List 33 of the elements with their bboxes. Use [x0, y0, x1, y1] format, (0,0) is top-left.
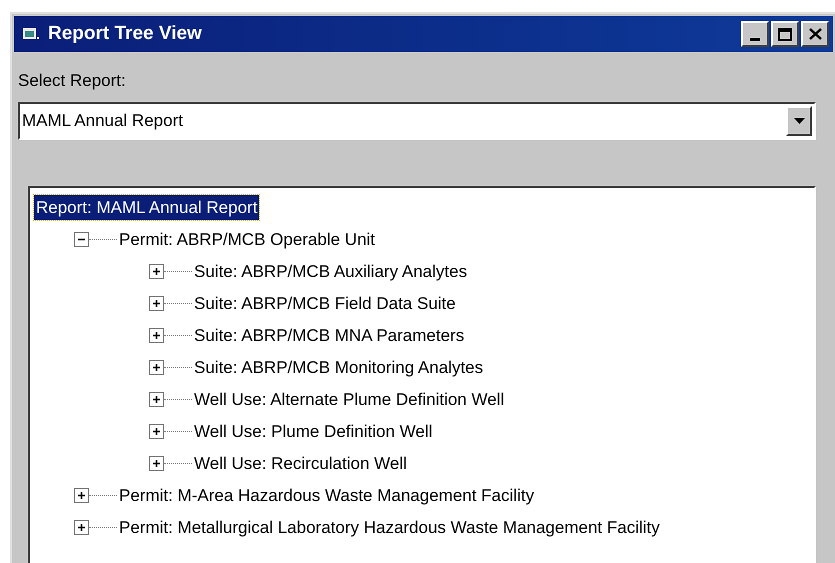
minimize-icon: [750, 38, 760, 41]
close-button[interactable]: [801, 21, 829, 47]
maximize-icon: [778, 28, 792, 40]
tree-item[interactable]: Suite: ABRP/MCB MNA Parameters: [192, 322, 466, 348]
expand-icon[interactable]: [149, 360, 164, 375]
expand-icon[interactable]: [149, 456, 164, 471]
window-icon: [22, 26, 40, 42]
tree-item[interactable]: Suite: ABRP/MCB Field Data Suite: [192, 290, 458, 316]
tree-item[interactable]: Permit: ABRP/MCB Operable Unit: [117, 226, 378, 252]
tree-item[interactable]: Permit: Metallurgical Laboratory Hazardous Waste Management Facility: [117, 514, 662, 540]
minimize-button[interactable]: [741, 21, 769, 47]
select-report-label: Select Report:: [18, 70, 127, 92]
tree-item[interactable]: Suite: ABRP/MCB Auxiliary Analytes: [192, 258, 470, 284]
tree-item[interactable]: Permit: M-Area Hazardous Waste Management Facility: [117, 482, 536, 508]
tree-item[interactable]: Well Use: Recirculation Well: [192, 450, 409, 476]
maximize-button[interactable]: [771, 21, 799, 47]
expand-icon[interactable]: [149, 264, 164, 279]
expand-icon[interactable]: [149, 424, 164, 439]
collapse-icon[interactable]: [74, 232, 89, 247]
report-dropdown[interactable]: MAML Annual Report: [18, 102, 816, 140]
window-title: Report Tree View: [48, 22, 202, 46]
expand-icon[interactable]: [149, 392, 164, 407]
tree-item[interactable]: Report: MAML Annual Report: [34, 194, 260, 220]
expand-icon[interactable]: [149, 328, 164, 343]
tree-item[interactable]: Well Use: Plume Definition Well: [192, 418, 434, 444]
tree-item[interactable]: Well Use: Alternate Plume Definition Well: [192, 386, 506, 412]
tree-item[interactable]: Suite: ABRP/MCB Monitoring Analytes: [192, 354, 486, 380]
dropdown-button[interactable]: [786, 106, 812, 136]
expand-icon[interactable]: [74, 520, 89, 535]
close-icon: [808, 28, 822, 40]
expand-icon[interactable]: [74, 488, 89, 503]
caret-icon: [794, 118, 804, 124]
expand-icon[interactable]: [149, 296, 164, 311]
